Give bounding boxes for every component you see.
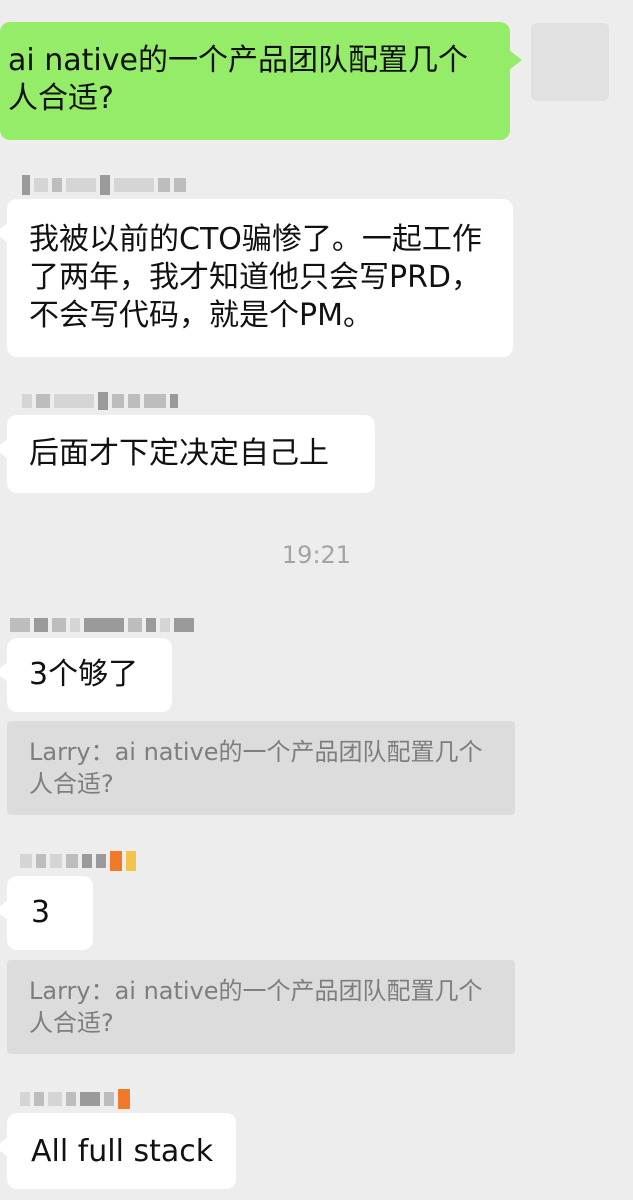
sender-name-blurred bbox=[10, 612, 194, 638]
incoming-message-bubble[interactable]: 3 bbox=[0, 876, 93, 950]
chat-area: ai native的一个产品团队配置几个人合适? 我被以前的CTO骗惨了。一起工… bbox=[0, 0, 633, 1200]
quoted-message[interactable]: Larry：ai native的一个产品团队配置几个人合适? bbox=[7, 960, 515, 1054]
sender-name-blurred bbox=[22, 388, 178, 414]
incoming-message-bubble[interactable]: All full stack bbox=[0, 1113, 236, 1189]
incoming-message-bubble[interactable]: 后面才下定决定自己上 bbox=[0, 415, 375, 493]
quoted-message[interactable]: Larry：ai native的一个产品团队配置几个人合适? bbox=[7, 721, 515, 815]
own-avatar[interactable] bbox=[531, 23, 609, 101]
incoming-message-bubble[interactable]: 3个够了 bbox=[0, 638, 172, 712]
sender-name-blurred bbox=[20, 1086, 130, 1112]
sender-name-blurred bbox=[20, 848, 136, 874]
outgoing-message-bubble[interactable]: ai native的一个产品团队配置几个人合适? bbox=[0, 22, 522, 140]
message-timestamp: 19:21 bbox=[281, 541, 352, 569]
sender-name-blurred bbox=[22, 172, 186, 198]
incoming-message-bubble[interactable]: 我被以前的CTO骗惨了。一起工作了两年，我才知道他只会写PRD，不会写代码，就是… bbox=[0, 199, 513, 357]
